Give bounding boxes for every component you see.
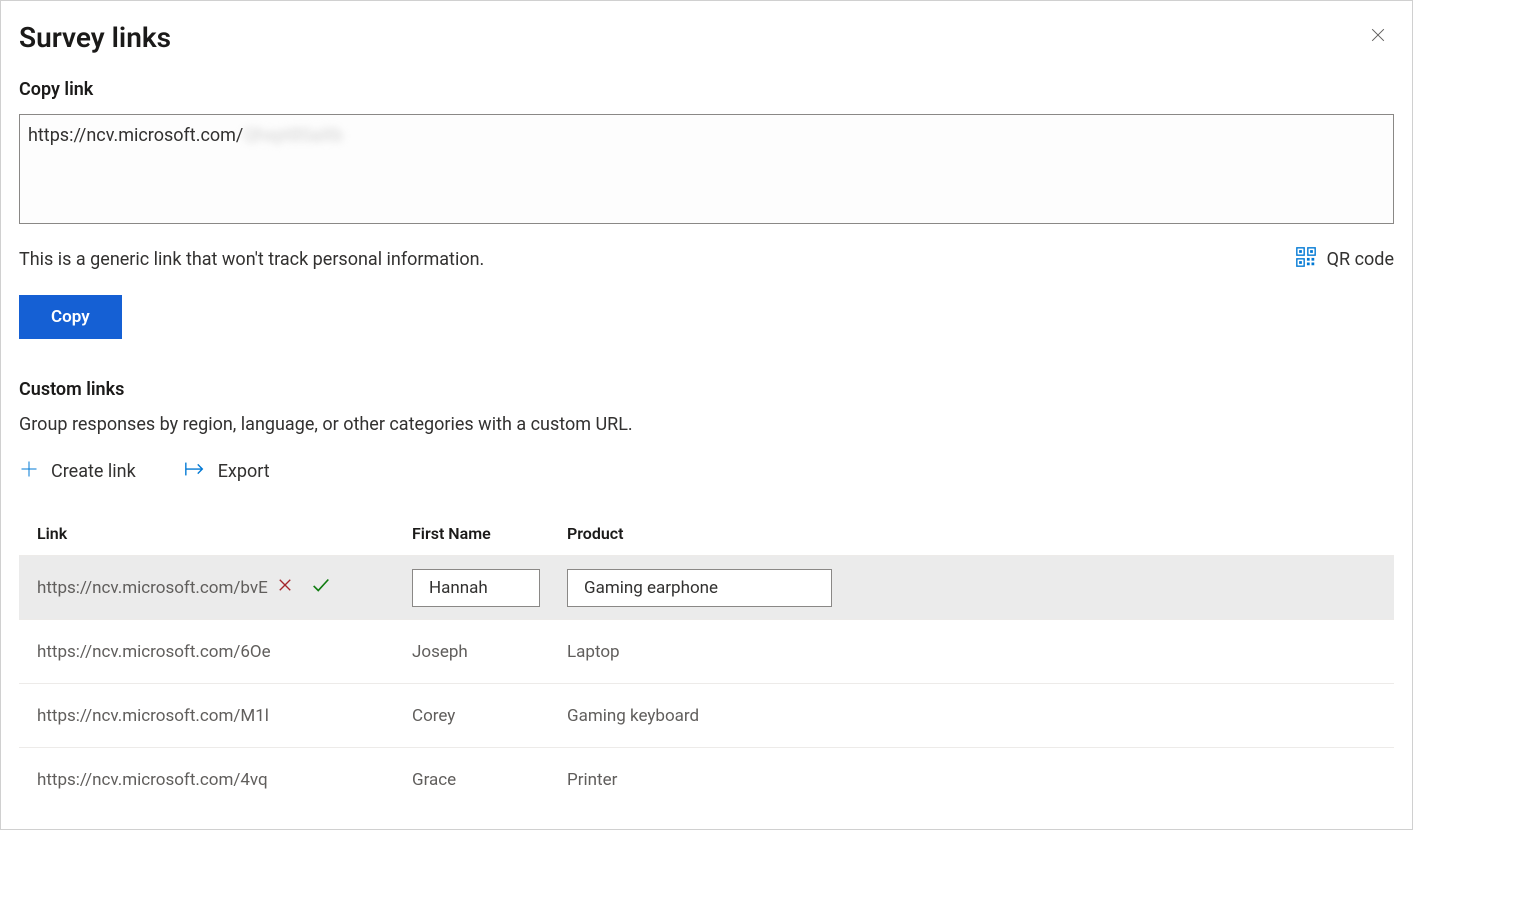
table-row[interactable]: https://ncv.microsoft.com/M1l CoreyGaming…: [19, 683, 1394, 747]
table-row[interactable]: https://ncv.microsoft.com/bvE: [19, 555, 1394, 619]
row-first-name: Grace: [412, 770, 567, 790]
plus-icon: [19, 459, 39, 484]
table-header: Link First Name Product: [19, 512, 1394, 555]
export-label: Export: [218, 461, 270, 482]
confirm-icon[interactable]: [310, 574, 332, 601]
row-link: https://ncv.microsoft.com/bvE: [37, 578, 268, 598]
product-input[interactable]: [567, 569, 832, 607]
close-button[interactable]: [1362, 19, 1394, 55]
row-first-name: Joseph: [412, 642, 567, 662]
copy-button[interactable]: Copy: [19, 295, 122, 339]
qr-code-icon: [1295, 246, 1317, 273]
table-row[interactable]: https://ncv.microsoft.com/4vq GracePrinte…: [19, 747, 1394, 811]
row-link: https://ncv.microsoft.com/6Oe: [37, 642, 271, 662]
export-icon: [184, 460, 206, 483]
row-link: https://ncv.microsoft.com/M1l: [37, 706, 269, 726]
row-link: https://ncv.microsoft.com/4vq: [37, 770, 268, 790]
helper-text: This is a generic link that won't track …: [19, 249, 484, 270]
custom-links-heading: Custom links: [19, 379, 1394, 400]
row-product: Laptop: [567, 642, 1376, 662]
qr-code-label: QR code: [1327, 249, 1394, 270]
copy-link-label: Copy link: [19, 79, 1394, 100]
survey-link-input[interactable]: https://ncv.microsoft.com/Qhxpt8SaXb: [19, 114, 1394, 224]
export-button[interactable]: Export: [184, 459, 270, 484]
row-product: Gaming keyboard: [567, 706, 1376, 726]
first-name-input[interactable]: [412, 569, 540, 607]
row-first-name: Corey: [412, 706, 567, 726]
survey-link-url-prefix: https://ncv.microsoft.com/: [28, 125, 243, 146]
survey-link-url-suffix: Qhxpt8SaXb: [243, 125, 342, 146]
create-link-button[interactable]: Create link: [19, 459, 136, 484]
column-first-name: First Name: [412, 524, 567, 543]
cancel-icon[interactable]: [276, 576, 294, 599]
create-link-label: Create link: [51, 461, 136, 482]
custom-links-description: Group responses by region, language, or …: [19, 414, 1394, 435]
column-product: Product: [567, 524, 1376, 543]
table-row[interactable]: https://ncv.microsoft.com/6Oe JosephLapto…: [19, 619, 1394, 683]
row-product: Printer: [567, 770, 1376, 790]
page-title: Survey links: [19, 21, 171, 54]
qr-code-button[interactable]: QR code: [1295, 246, 1394, 273]
close-icon: [1368, 25, 1388, 45]
custom-links-table: Link First Name Product https://ncv.micr…: [19, 512, 1394, 811]
column-link: Link: [37, 524, 412, 543]
